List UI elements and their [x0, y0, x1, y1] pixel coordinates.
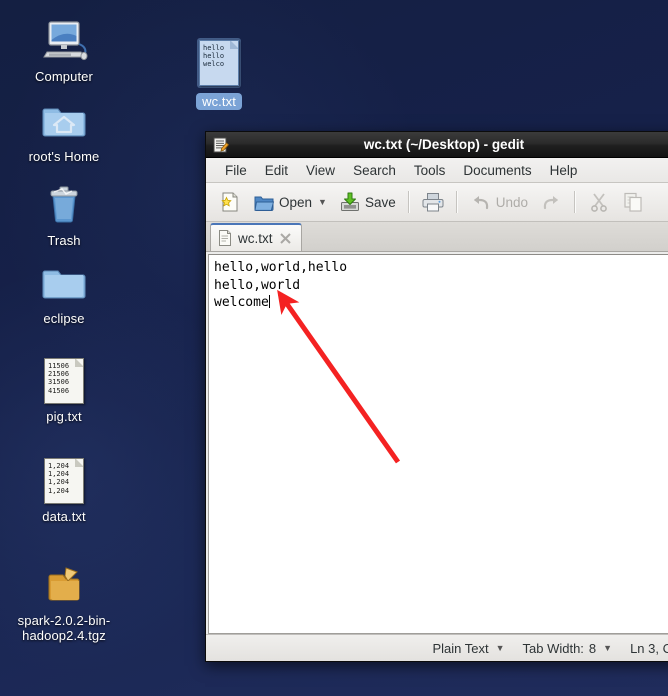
text-file-icon: 1,204 1,204 1,204 1,204: [44, 458, 84, 504]
text-file-thumbnail: 11506 21506 31506 41506: [44, 358, 84, 404]
undo-icon: [473, 196, 488, 210]
cut-button[interactable]: [583, 188, 615, 216]
open-button[interactable]: Open ▼: [248, 188, 332, 216]
thumb-line: hello: [203, 52, 225, 61]
folder-icon: [42, 270, 86, 299]
desktop[interactable]: Computer root's Home Trash eclipse 11506: [0, 0, 668, 696]
text-file-thumbnail: hello hello welco: [199, 40, 239, 86]
close-icon[interactable]: [279, 232, 292, 245]
menu-help[interactable]: Help: [541, 161, 587, 180]
menu-search[interactable]: Search: [344, 161, 405, 180]
text-file-icon: 11506 21506 31506 41506: [44, 358, 84, 404]
chevron-down-icon[interactable]: ▼: [318, 197, 327, 207]
cursor-position: Ln 3, C: [630, 641, 668, 656]
toolbar[interactable]: Open ▼ Save Undo: [206, 183, 668, 222]
new-document-button[interactable]: [214, 188, 246, 216]
print-button[interactable]: [417, 188, 449, 216]
thumb-line: 1,204: [48, 470, 70, 479]
editor-text-value: hello,world,hello hello,world welcome: [214, 260, 348, 310]
desktop-icon-label: spark-2.0.2-bin-hadoop2.4.tgz: [17, 613, 111, 643]
language-selector[interactable]: Plain Text ▼: [432, 641, 504, 656]
desktop-icon-label: data.txt: [42, 509, 86, 524]
archive-icon: [48, 567, 80, 601]
status-bar[interactable]: Plain Text ▼ Tab Width: 8 ▼ Ln 3, C: [206, 634, 668, 661]
document-icon: [219, 230, 231, 246]
tab-width-value: 8: [588, 640, 597, 656]
redo-icon: [543, 196, 559, 210]
tab-width-selector[interactable]: Tab Width: 8 ▼: [523, 641, 613, 656]
open-label: Open: [279, 194, 313, 210]
desktop-icon-computer[interactable]: Computer: [2, 16, 126, 84]
cursor-position-label: Ln 3, C: [630, 640, 668, 656]
desktop-icon-pig-txt[interactable]: 11506 21506 31506 41506 pig.txt: [2, 358, 126, 424]
gedit-notepad-pencil-icon: [213, 137, 230, 152]
thumb-line: hello: [203, 44, 225, 52]
print-icon: [422, 193, 444, 212]
computer-icon: [43, 21, 88, 61]
text-cursor: [268, 295, 270, 308]
copy-button[interactable]: [617, 188, 649, 216]
editor-content[interactable]: hello,world,hello hello,world welcome: [209, 255, 668, 312]
gedit-window[interactable]: wc.txt (~/Desktop) - gedit File Edit Vie…: [205, 131, 668, 662]
thumb-line: welco: [203, 60, 225, 69]
desktop-icon-eclipse[interactable]: eclipse: [2, 258, 126, 326]
desktop-icon-label: eclipse: [43, 311, 85, 326]
toolbar-separator: [574, 191, 577, 213]
undo-button[interactable]: Undo: [465, 188, 533, 216]
cut-scissors-icon: [591, 193, 607, 212]
tab-strip[interactable]: wc.txt: [206, 222, 668, 252]
undo-label: Undo: [495, 194, 529, 210]
thumb-line: 21506: [48, 370, 70, 379]
thumb-line: 41506: [48, 386, 70, 395]
tab-width-label: Tab Width:: [522, 640, 584, 656]
chevron-down-icon[interactable]: ▼: [496, 643, 505, 653]
text-file-icon: hello hello welco: [197, 38, 241, 88]
save-label: Save: [364, 194, 396, 210]
thumb-line: 1,204: [48, 462, 70, 470]
desktop-icon-trash[interactable]: Trash: [2, 180, 126, 248]
thumb-line: 31506: [48, 378, 70, 387]
desktop-icon-wc-txt[interactable]: hello hello welco wc.txt: [157, 38, 281, 110]
desktop-icon-label: root's Home: [28, 149, 100, 164]
new-document-icon: [221, 192, 238, 212]
thumb-line: 1,204: [48, 478, 70, 487]
redo-button[interactable]: [535, 188, 567, 216]
toolbar-separator: [407, 191, 410, 213]
tab-wc-txt[interactable]: wc.txt: [210, 223, 302, 251]
language-label: Plain Text: [432, 640, 489, 656]
desktop-icon-roots-home[interactable]: root's Home: [2, 96, 126, 164]
desktop-icon-spark-archive[interactable]: spark-2.0.2-bin-hadoop2.4.tgz: [2, 560, 126, 643]
open-folder-icon: [254, 196, 275, 211]
save-button[interactable]: Save: [334, 188, 401, 216]
menu-bar[interactable]: File Edit View Search Tools Documents He…: [206, 158, 668, 183]
trash-icon: [50, 186, 78, 223]
home-folder-icon: [42, 108, 86, 137]
thumb-line: 1,204: [48, 486, 70, 495]
desktop-icon-label: wc.txt: [196, 93, 242, 110]
menu-view[interactable]: View: [297, 161, 344, 180]
window-titlebar[interactable]: wc.txt (~/Desktop) - gedit: [206, 132, 668, 158]
toolbar-separator: [455, 191, 458, 213]
save-icon: [340, 192, 359, 211]
desktop-icon-data-txt[interactable]: 1,204 1,204 1,204 1,204 data.txt: [2, 458, 126, 524]
chevron-down-icon[interactable]: ▼: [603, 643, 612, 653]
tab-label: wc.txt: [238, 230, 273, 246]
copy-icon: [624, 192, 642, 212]
desktop-icon-label: Computer: [35, 69, 93, 84]
window-title: wc.txt (~/Desktop) - gedit: [363, 137, 525, 152]
menu-documents[interactable]: Documents: [454, 161, 540, 180]
menu-tools[interactable]: Tools: [405, 161, 455, 180]
desktop-icon-label: pig.txt: [46, 409, 82, 424]
desktop-icon-label: Trash: [47, 233, 81, 248]
menu-file[interactable]: File: [216, 161, 256, 180]
thumb-line: 11506: [48, 362, 70, 370]
menu-edit[interactable]: Edit: [256, 161, 297, 180]
text-editor-area[interactable]: hello,world,hello hello,world welcome: [208, 254, 668, 634]
text-file-thumbnail: 1,204 1,204 1,204 1,204: [44, 458, 84, 504]
